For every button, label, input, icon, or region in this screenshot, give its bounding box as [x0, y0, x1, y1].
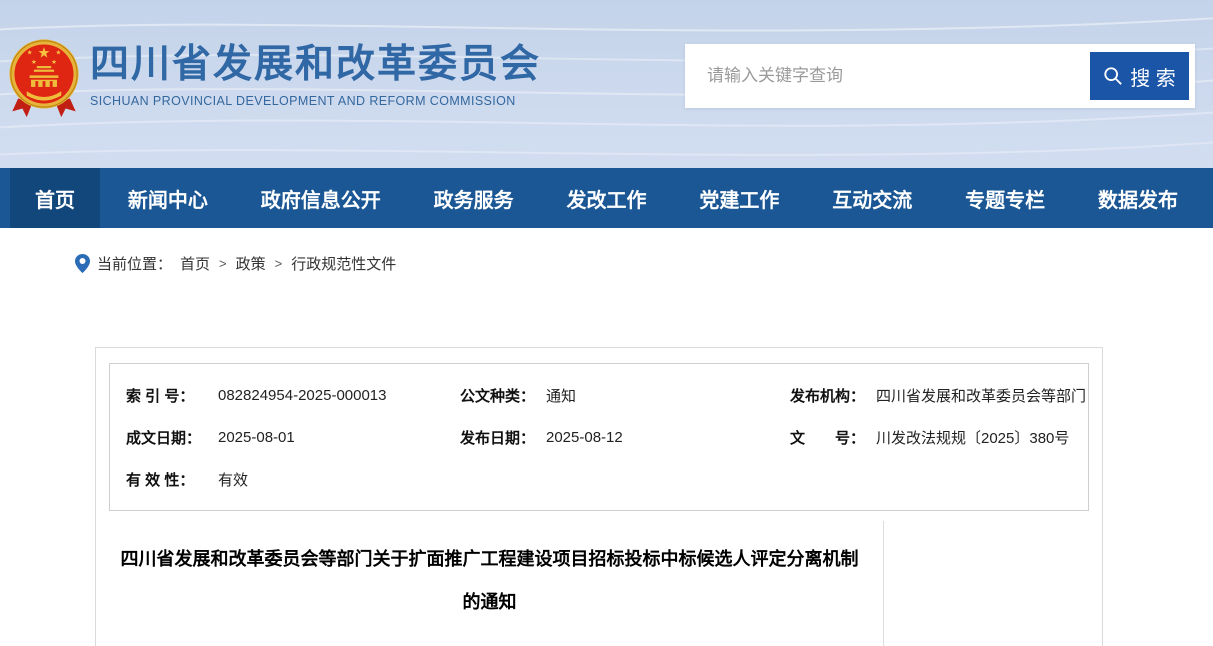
breadcrumb-item-1[interactable]: 政策 — [236, 253, 266, 274]
page: ★ ★ ★ ★ ★ 四川省发展和改革委员会 SICHUAN PROVINCIAL… — [0, 0, 1213, 646]
meta-cell: 有 效 性：有效 — [126, 469, 460, 490]
document-content-columns: 四川省发展和改革委员会等部门关于扩面推广工程建设项目招标投标中标候选人评定分离机… — [96, 521, 1102, 646]
meta-value: 通知 — [546, 385, 576, 406]
breadcrumb-item-2[interactable]: 行政规范性文件 — [291, 253, 396, 274]
document-side-column — [883, 521, 1102, 646]
search-icon — [1103, 66, 1123, 86]
meta-cell: 发布机构：四川省发展和改革委员会等部门 — [790, 385, 1088, 406]
breadcrumb-trail: 首页 > 政策 > 行政规范性文件 — [180, 253, 396, 274]
search-bar: 搜 索 — [685, 44, 1195, 108]
meta-label: 发布机构： — [790, 385, 876, 406]
svg-text:★: ★ — [51, 59, 57, 66]
meta-value: 四川省发展和改革委员会等部门 — [876, 385, 1086, 406]
svg-text:★: ★ — [38, 45, 51, 61]
breadcrumb-item-0[interactable]: 首页 — [180, 253, 210, 274]
meta-label: 公文种类： — [460, 385, 546, 406]
meta-cell: 索 引 号：082824954-2025-000013 — [126, 385, 460, 406]
nav-item-5[interactable]: 党建工作 — [674, 168, 804, 228]
breadcrumb-separator: > — [275, 256, 283, 271]
meta-cell: 发布日期：2025-08-12 — [460, 427, 790, 448]
nav-item-8[interactable]: 数据发布 — [1073, 168, 1203, 228]
nav-item-4[interactable]: 发改工作 — [542, 168, 672, 228]
meta-row: 成文日期：2025-08-01发布日期：2025-08-12文 号：川发改法规规… — [126, 416, 1088, 458]
site-header: ★ ★ ★ ★ ★ 四川省发展和改革委员会 SICHUAN PROVINCIAL… — [0, 0, 1213, 168]
nav-item-2[interactable]: 政府信息公开 — [236, 168, 406, 228]
nav-item-1[interactable]: 新闻中心 — [103, 168, 233, 228]
meta-cell: 公文种类：通知 — [460, 385, 790, 406]
nav-item-0[interactable]: 首页 — [10, 168, 100, 228]
document-title: 四川省发展和改革委员会等部门关于扩面推广工程建设项目招标投标中标候选人评定分离机… — [96, 538, 883, 624]
site-title: 四川省发展和改革委员会 — [90, 42, 541, 88]
svg-text:★: ★ — [27, 50, 33, 57]
site-brand[interactable]: 四川省发展和改革委员会 SICHUAN PROVINCIAL DEVELOPME… — [90, 42, 541, 108]
national-emblem-logo: ★ ★ ★ ★ ★ — [8, 36, 80, 122]
nav-item-7[interactable]: 专题专栏 — [940, 168, 1070, 228]
meta-row: 索 引 号：082824954-2025-000013公文种类：通知发布机构：四… — [126, 374, 1088, 416]
svg-text:★: ★ — [31, 59, 37, 66]
meta-label: 有 效 性： — [126, 469, 218, 490]
search-input[interactable] — [685, 44, 1085, 108]
meta-value: 2025-08-12 — [546, 429, 623, 446]
main-nav: 首页新闻中心政府信息公开政务服务发改工作党建工作互动交流专题专栏数据发布 — [0, 168, 1213, 228]
doc-meta-table: 索 引 号：082824954-2025-000013公文种类：通知发布机构：四… — [109, 363, 1089, 511]
meta-cell: 成文日期：2025-08-01 — [126, 427, 460, 448]
meta-label: 索 引 号： — [126, 385, 218, 406]
meta-label: 发布日期： — [460, 427, 546, 448]
meta-value: 川发改法规规〔2025〕380号 — [876, 427, 1069, 448]
meta-row: 有 效 性：有效 — [126, 458, 1088, 500]
search-button[interactable]: 搜 索 — [1090, 52, 1189, 100]
meta-label: 文 号： — [790, 427, 876, 448]
location-pin-icon — [75, 254, 90, 273]
meta-label: 成文日期： — [126, 427, 218, 448]
meta-value: 有效 — [218, 469, 248, 490]
document-panel: 索 引 号：082824954-2025-000013公文种类：通知发布机构：四… — [95, 347, 1103, 646]
meta-value: 082824954-2025-000013 — [218, 387, 387, 404]
document-main-column: 四川省发展和改革委员会等部门关于扩面推广工程建设项目招标投标中标候选人评定分离机… — [96, 521, 883, 646]
site-title-english: SICHUAN PROVINCIAL DEVELOPMENT AND REFOR… — [90, 94, 541, 108]
nav-item-6[interactable]: 互动交流 — [807, 168, 937, 228]
breadcrumb-separator: > — [219, 256, 227, 271]
meta-cell: 文 号：川发改法规规〔2025〕380号 — [790, 427, 1088, 448]
breadcrumb-label: 当前位置： — [97, 253, 172, 274]
meta-value: 2025-08-01 — [218, 429, 295, 446]
search-button-label: 搜 索 — [1130, 62, 1176, 91]
breadcrumb: 当前位置： 首页 > 政策 > 行政规范性文件 — [75, 253, 1213, 274]
svg-text:★: ★ — [55, 50, 61, 57]
nav-item-3[interactable]: 政务服务 — [409, 168, 539, 228]
